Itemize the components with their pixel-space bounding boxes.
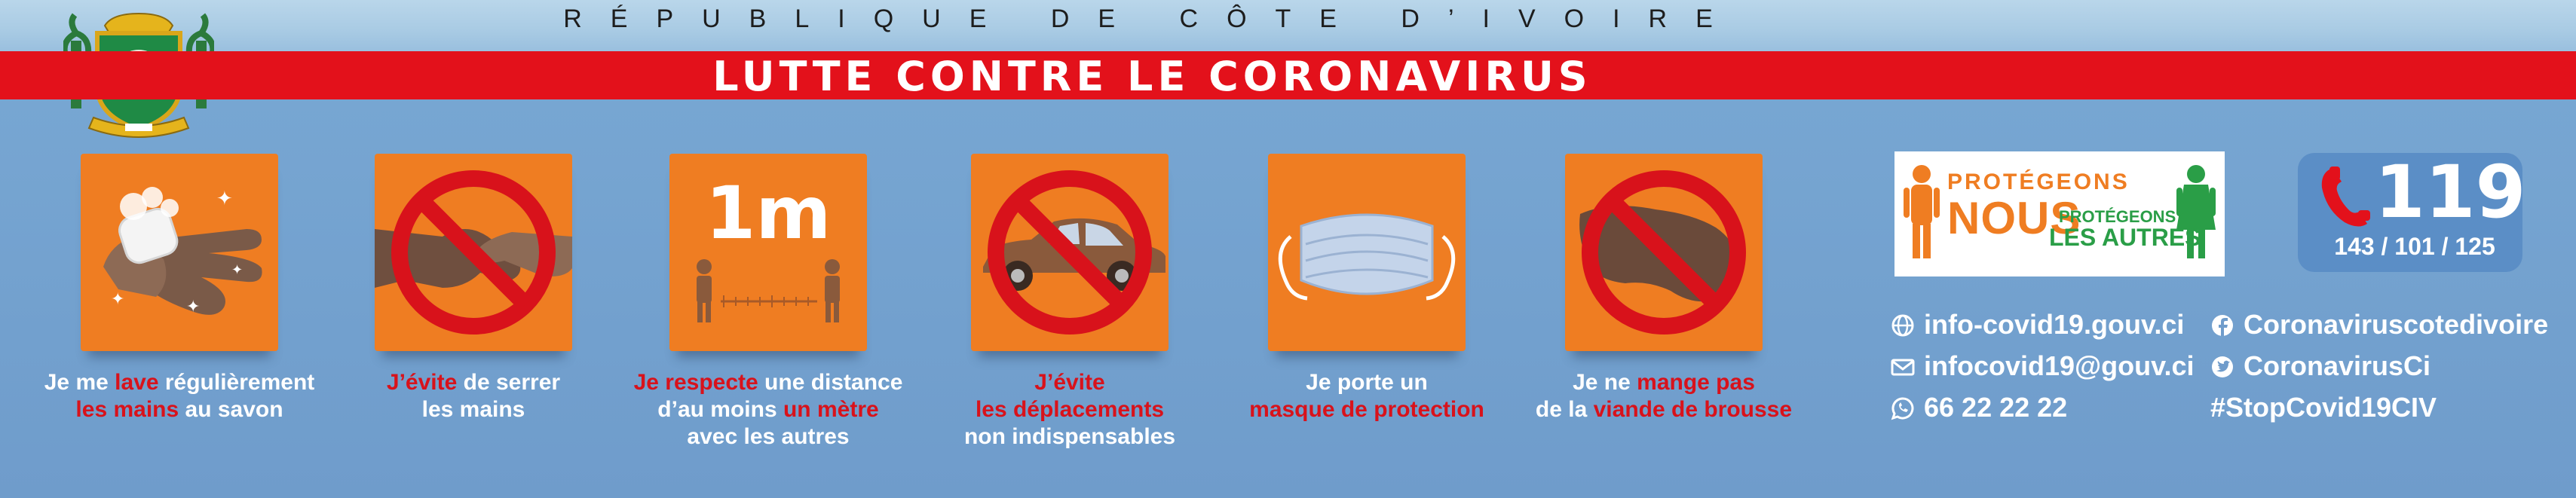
caption-line: de la viande de brousse [1505, 396, 1822, 423]
caption-text: Je me [44, 370, 115, 395]
caption-line: Je ne mange pas [1505, 369, 1822, 396]
caption-line: J’évite [911, 369, 1228, 396]
caption-emphasis: viande de brousse [1593, 397, 1793, 422]
email-text: infocovid19@gouv.ci [1924, 350, 2195, 381]
caption-text: au savon [179, 397, 283, 422]
facebook-icon [2212, 315, 2233, 336]
svg-text:✦: ✦ [231, 262, 243, 278]
tile-no-travel [971, 154, 1169, 351]
caption-no-handshake: J’évite de serrer les mains [315, 369, 632, 423]
caption-no-bushmeat: Je ne mange pas de la viande de brousse [1505, 369, 1822, 423]
distance-1m-icon: 1m [697, 171, 840, 322]
caption-emphasis: J’évite [1034, 370, 1105, 395]
caption-text: avec les autres [687, 424, 850, 449]
caption-emphasis: les mains [75, 397, 179, 422]
mail-icon [1891, 359, 1915, 376]
covid-banner: RÉPUBLIQUE DE CÔTE D’IVOIRE LUTTE CONTRE… [0, 0, 2576, 498]
hand-washing-icon: ✦ ✦ ✦ ✦ [103, 187, 262, 316]
no-handshake-icon [375, 170, 572, 335]
no-car-icon [983, 170, 1165, 335]
caption-emphasis: un mètre [783, 397, 879, 422]
caption-distance: Je respecte une distance d’au moins un mè… [610, 369, 927, 451]
slogan-line4: LES AUTRES [2049, 224, 2201, 251]
caption-mask: Je porte un masque de protection [1208, 369, 1525, 423]
caption-text: Je porte un [1306, 370, 1428, 395]
website-text: info-covid19.gouv.ci [1924, 309, 2185, 340]
emergency-number-box[interactable]: 119 143 / 101 / 125 [2298, 150, 2526, 272]
caption-emphasis: mange pas [1637, 370, 1755, 395]
svg-text:✦: ✦ [216, 188, 233, 210]
caption-text: non indispensables [963, 424, 1176, 449]
caption-text: régulièrement [158, 370, 315, 395]
caption-line: non indispensables [911, 423, 1228, 451]
campaign-title: LUTTE CONTRE LE CORONAVIRUS [712, 53, 1592, 100]
slogan-line1: PROTÉGEONS [1947, 170, 2130, 194]
whatsapp-text: 66 22 22 22 [1924, 392, 2068, 423]
caption-emphasis: les déplacements [975, 397, 1165, 422]
tile-no-bushmeat [1565, 154, 1763, 351]
caption-text: les mains [421, 397, 525, 422]
caption-hand-washing: Je me lave régulièrement les mains au sav… [21, 369, 338, 423]
whatsapp-icon [1891, 397, 1914, 420]
caption-line: les déplacements [911, 396, 1228, 423]
emergency-number: 119 [2375, 150, 2526, 234]
caption-emphasis: lave [115, 370, 159, 395]
caption-emphasis: J’évite [386, 370, 458, 395]
other-numbers: 143 / 101 / 125 [2334, 233, 2495, 260]
distance-label: 1m [706, 171, 832, 255]
caption-text: d’au moins [657, 397, 783, 422]
caption-line: J’évite de serrer [315, 369, 632, 396]
caption-emphasis: masque de protection [1249, 397, 1484, 422]
facebook-text: Coronaviruscotedivoire [2244, 309, 2549, 340]
caption-text: de la [1535, 397, 1594, 422]
caption-line: masque de protection [1208, 396, 1525, 423]
phone-icon [2321, 167, 2370, 227]
tile-mask [1268, 154, 1466, 351]
caption-text: Je ne [1573, 370, 1637, 395]
caption-line: les mains [315, 396, 632, 423]
no-bushmeat-icon [1579, 170, 1746, 335]
hashtag[interactable]: #StopCovid19CIV [2210, 392, 2437, 423]
svg-text:✦: ✦ [186, 298, 200, 316]
caption-line: d’au moins un mètre [610, 396, 927, 423]
globe-icon [1891, 314, 1914, 337]
caption-line: les mains au savon [21, 396, 338, 423]
caption-line: avec les autres [610, 423, 927, 451]
tile-hand-washing: ✦ ✦ ✦ ✦ [81, 154, 278, 351]
svg-text:✦: ✦ [111, 290, 124, 309]
caption-no-travel: J’évite les déplacements non indispensable… [911, 369, 1228, 451]
caption-line: Je respecte une distance [610, 369, 927, 396]
tile-no-handshake [375, 154, 572, 351]
caption-line: Je me lave régulièrement [21, 369, 338, 396]
caption-emphasis: Je respecte [633, 370, 758, 395]
face-mask-icon [1278, 213, 1456, 301]
caption-line: Je porte un [1208, 369, 1525, 396]
tile-distance: 1m [669, 154, 867, 351]
twitter-text: CoronavirusCi [2244, 350, 2431, 381]
caption-text: une distance [758, 370, 903, 395]
slogan-logo: PROTÉGEONS NOUS PROTÉGEONS LES AUTRES [1894, 151, 2225, 276]
twitter-icon [2212, 356, 2233, 377]
caption-text: de serrer [457, 370, 561, 395]
country-title: RÉPUBLIQUE DE CÔTE D’IVOIRE [563, 5, 1741, 33]
